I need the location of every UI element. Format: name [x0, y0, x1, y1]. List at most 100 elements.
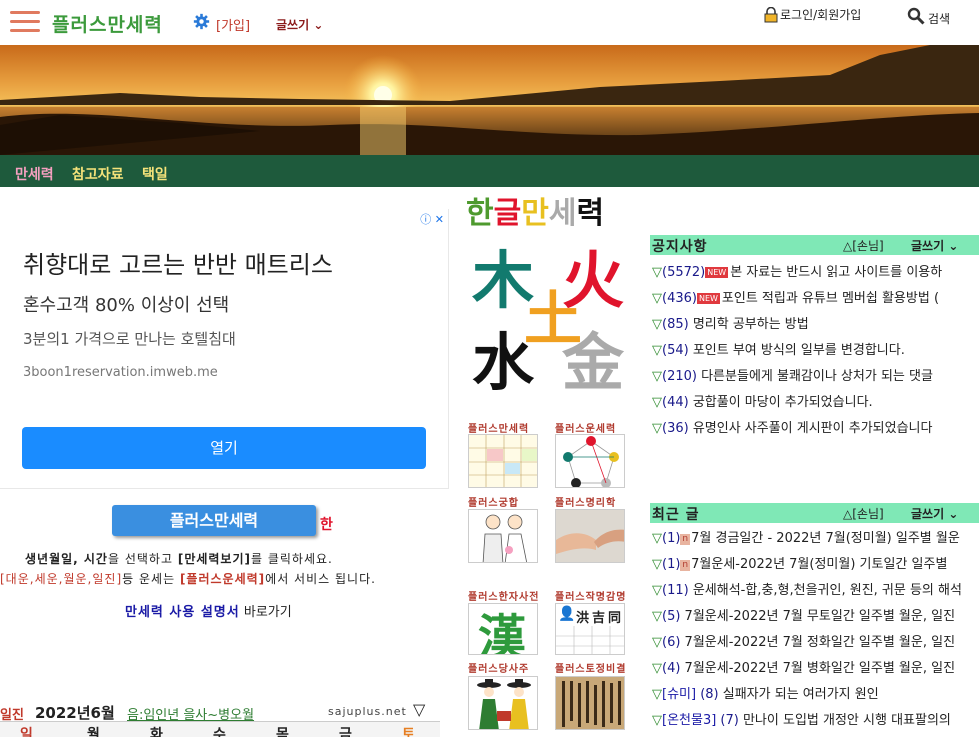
post-author-tag: [온천물3]: [662, 713, 717, 728]
join-link[interactable]: [가입]: [216, 15, 250, 34]
weekday: 월: [87, 727, 100, 737]
comment-count: (54): [662, 343, 689, 358]
thumb-label[interactable]: 플러스운세력: [555, 420, 616, 435]
nav-item-reference[interactable]: 참고자료: [72, 164, 124, 184]
hanja-thumb[interactable]: 漢: [468, 603, 538, 655]
thumb-label[interactable]: 플러스궁합: [468, 494, 519, 509]
nav-item-manse[interactable]: 만세력: [15, 164, 54, 184]
manse-thumb[interactable]: [468, 434, 538, 488]
bullet-triangle-icon: ▽: [652, 369, 662, 384]
thumb-label[interactable]: 플러스당사주: [468, 660, 529, 675]
recent-guest[interactable]: △[손님]: [843, 505, 884, 522]
hands-image: [556, 510, 624, 562]
manse-button[interactable]: 플러스만세력: [112, 505, 316, 536]
thumb-label[interactable]: 플러스만세력: [468, 420, 529, 435]
recent-post[interactable]: ▽[온천물3] (7) 만나이 도입법 개정안 시행 대표팔의의: [652, 709, 951, 728]
search-label: 검색: [928, 12, 951, 26]
calendar-dropdown-icon[interactable]: ▽: [413, 700, 425, 719]
ad-info-icon[interactable]: ⓘ ✕: [420, 211, 444, 227]
site-title[interactable]: 플러스만세력: [52, 10, 163, 37]
recent-title[interactable]: 최근 글: [652, 504, 700, 524]
person-icon: 👤: [558, 606, 576, 622]
notice-write-menu[interactable]: 글쓰기 ⌄: [911, 237, 958, 254]
recent-post[interactable]: ▽(1) n 7월 경금일간 - 2022년 7월(정미월) 일주별 월운: [652, 527, 960, 546]
post-title: 실패자가 되는 여러가지 원인: [718, 687, 879, 702]
calendar-site: sajuplus.net: [328, 705, 407, 718]
post-title: 7월운세-2022년 7월(정미월) 기토일간 일주별: [691, 557, 948, 572]
post-title: 다른분들에게 불쾌감이나 상처가 되는 댓글: [696, 369, 933, 384]
title-char: 만: [521, 196, 549, 231]
instruction-bold-3: [플러스운세력]: [179, 572, 266, 586]
recent-post[interactable]: ▽[슈미] (8) 실패자가 되는 여러가지 원인: [652, 683, 879, 702]
recent-post[interactable]: ▽(4) 7월운세-2022년 7월 병화일간 일주별 월운, 일진: [652, 657, 955, 676]
advertisement[interactable]: ⓘ ✕ 취향대로 고르는 반반 매트리스 혼수고객 80% 이상이 선택 3분의…: [0, 209, 449, 489]
post-title: 운세해석-합,충,형,천을귀인, 원진, 귀문 등의 해석: [688, 583, 962, 598]
thumb-label[interactable]: 플러스명리학: [555, 494, 616, 509]
notice-title[interactable]: 공지사항: [652, 236, 708, 256]
myeongri-thumb[interactable]: [555, 509, 625, 563]
jakmyeong-thumb[interactable]: 👤 洪 吉 同: [555, 603, 625, 655]
notice-post[interactable]: ▽(436) NEW 포인트 적립과 유튜브 멤버쉽 활용방법 (: [652, 287, 939, 306]
notice-guest[interactable]: △[손님]: [843, 237, 884, 254]
dangsaju-thumb[interactable]: [468, 676, 538, 730]
bullet-triangle-icon: ▽: [652, 661, 662, 676]
notice-post[interactable]: ▽(44) 궁합풀이 마당이 추가되었습니다.: [652, 391, 873, 410]
instruction-bold-2: [만세력보기]: [177, 552, 251, 566]
notice-post[interactable]: ▽(5572) NEW 본 자료는 반드시 읽고 사이트를 이용하: [652, 261, 942, 280]
guide-link[interactable]: 만세력 사용 설명서: [125, 605, 240, 620]
gunghap-thumb[interactable]: [468, 509, 538, 563]
write-menu[interactable]: 글쓰기 ⌄: [276, 16, 323, 33]
instruction-text-3: 등 운세는: [122, 572, 180, 586]
recent-post[interactable]: ▽(6) 7월운세-2022년 7월 정화일간 일주별 월운, 일진: [652, 631, 955, 650]
post-author-tag: [슈미]: [662, 687, 697, 702]
notice-post[interactable]: ▽(54) 포인트 부여 방식의 일부를 변경합니다.: [652, 339, 905, 358]
bullet-triangle-icon: ▽: [652, 265, 662, 280]
new-n-badge-icon: n: [680, 560, 691, 571]
post-title: 궁합풀이 마당이 추가되었습니다.: [688, 395, 873, 410]
chevron-down-icon: ⌄: [948, 239, 959, 253]
title-char: 글: [493, 196, 522, 231]
chevron-down-icon: ⌄: [313, 18, 324, 32]
five-elements-logo[interactable]: 木 火 土 水 金: [470, 234, 635, 399]
notice-post[interactable]: ▽(210) 다른분들에게 불쾌감이나 상처가 되는 댓글: [652, 365, 933, 384]
weekday: 수: [213, 727, 226, 737]
recent-post[interactable]: ▽(1) n 7월운세-2022년 7월(정미월) 기토일간 일주별: [652, 553, 947, 572]
ad-url[interactable]: 3boon1reservation.imweb.me: [23, 365, 218, 380]
post-title: 포인트 부여 방식의 일부를 변경합니다.: [688, 343, 905, 358]
new-n-badge-icon: n: [680, 534, 691, 545]
manse-grid-image: [469, 435, 537, 487]
recent-post[interactable]: ▽(11) 운세해석-합,충,형,천을귀인, 원진, 귀문 등의 해석: [652, 579, 962, 598]
bullet-triangle-icon: ▽: [652, 583, 662, 598]
tojeong-thumb[interactable]: [555, 676, 625, 730]
post-title: 만나이 도입법 개정안 시행 대표팔의의: [738, 713, 951, 728]
comment-count: (5572): [662, 265, 706, 280]
title-char: 력: [576, 196, 605, 231]
post-title: 본 자료는 반드시 읽고 사이트를 이용하: [730, 265, 943, 280]
gear-icon[interactable]: [193, 13, 210, 30]
ad-title[interactable]: 취향대로 고르는 반반 매트리스: [23, 245, 333, 280]
weekday: 일: [20, 727, 33, 737]
guide-line: 만세력 사용 설명서 바로가기: [125, 601, 292, 620]
unse-thumb[interactable]: [555, 434, 625, 488]
notice-post[interactable]: ▽(36) 유명인사 사주풀이 게시판이 추가되었습니다: [652, 417, 932, 436]
nav-item-taegil[interactable]: 택일: [142, 164, 168, 184]
ad-open-button[interactable]: 열기: [22, 427, 426, 469]
notice-header: 공지사항 △[손님] 글쓰기 ⌄: [650, 235, 979, 255]
name-char: 同: [608, 611, 622, 626]
comment-count: (6): [662, 635, 681, 650]
thumb-label[interactable]: 플러스작명감명: [555, 588, 626, 603]
write-label: 글쓰기: [276, 18, 310, 32]
thumb-label[interactable]: 플러스한자사전: [468, 588, 539, 603]
comment-count: (8): [696, 687, 719, 702]
hangeul-manse-title[interactable]: 한글만세력: [466, 188, 604, 232]
hangul-toggle[interactable]: 한: [320, 514, 333, 534]
login-link[interactable]: 로그인/회원가입: [764, 6, 861, 23]
recent-post[interactable]: ▽(5) 7월운세-2022년 7월 무토일간 일주별 월운, 일진: [652, 605, 955, 624]
unse-wheel-image: [556, 435, 624, 487]
thumb-label[interactable]: 플러스토정비결: [555, 660, 626, 675]
weekday: 목: [276, 727, 289, 737]
search-link[interactable]: 검색: [907, 4, 950, 27]
menu-icon[interactable]: [10, 11, 40, 33]
recent-write-menu[interactable]: 글쓰기 ⌄: [911, 505, 958, 522]
notice-post[interactable]: ▽(85) 명리학 공부하는 방법: [652, 313, 809, 332]
